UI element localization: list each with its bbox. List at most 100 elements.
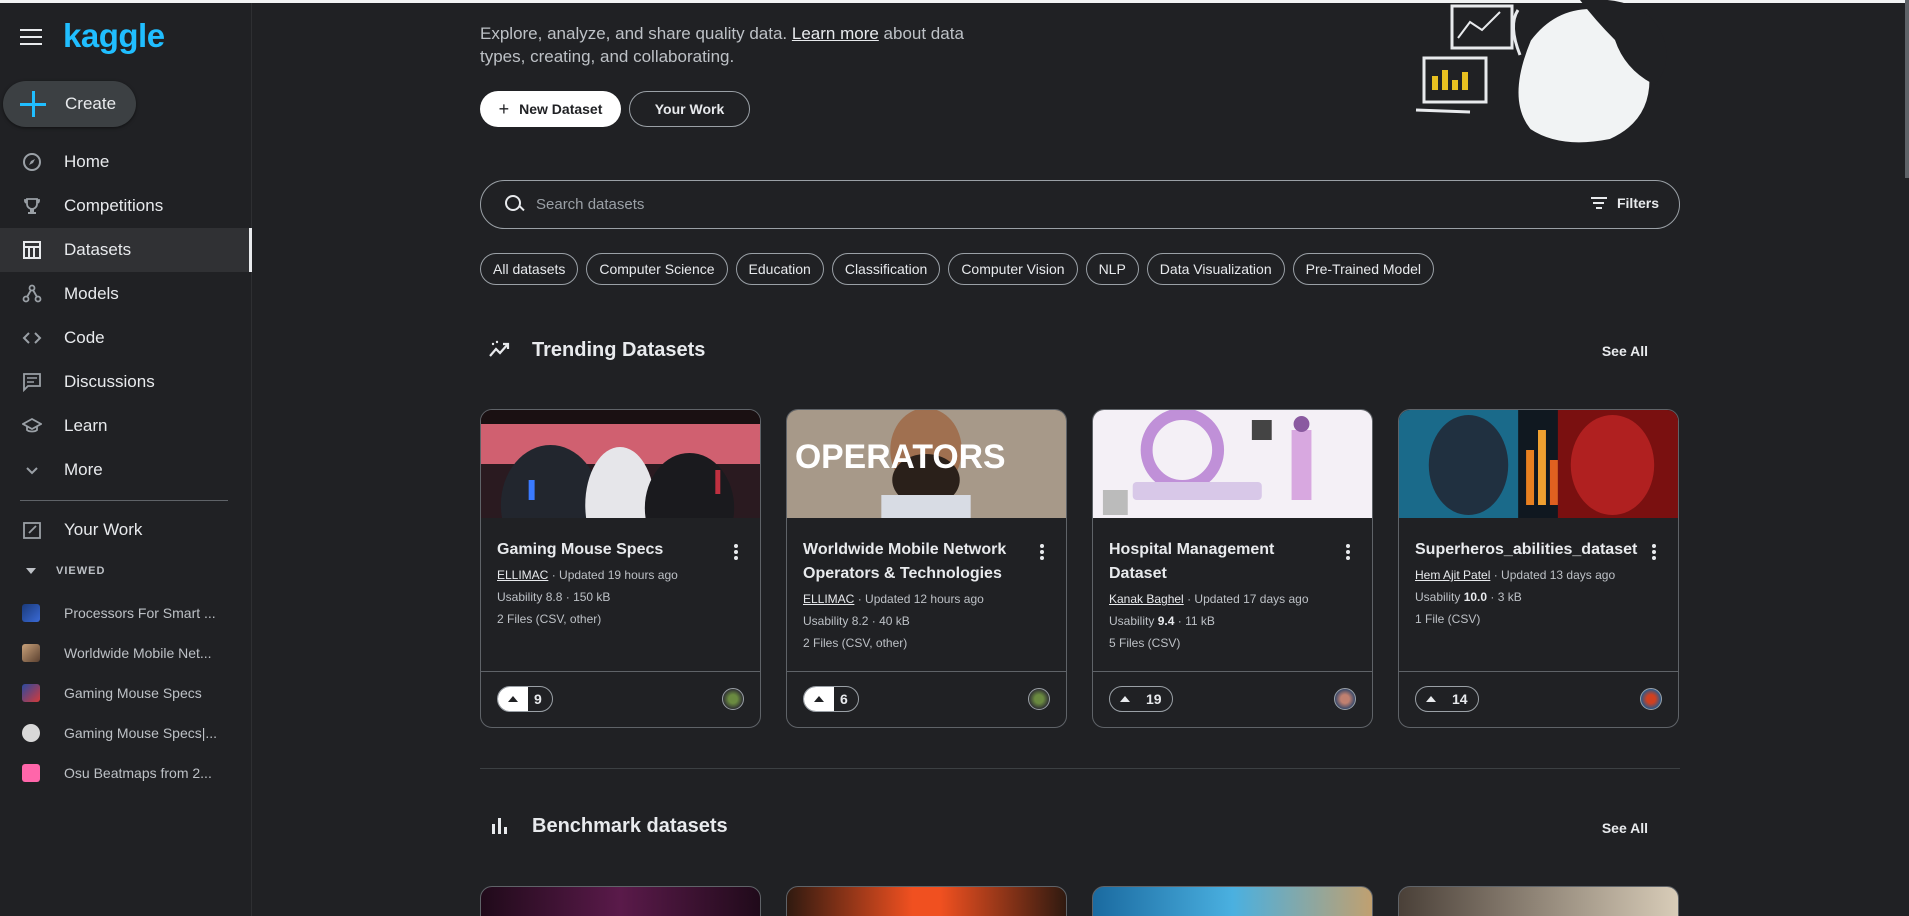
more-options-icon[interactable] bbox=[1652, 544, 1656, 562]
sidebar-item-label: Learn bbox=[64, 416, 108, 435]
menu-icon[interactable] bbox=[20, 29, 42, 45]
benchmark-cards bbox=[480, 886, 1679, 916]
dataset-card[interactable]: Superheros_abilities_dataset Hem Ajit Pa… bbox=[1398, 409, 1679, 728]
dataset-title[interactable]: Gaming Mouse Specs bbox=[497, 538, 722, 562]
trending-icon bbox=[489, 340, 510, 357]
trending-see-all-link[interactable]: See All bbox=[1602, 343, 1648, 359]
viewed-header[interactable]: VIEWED bbox=[26, 565, 105, 577]
dataset-size: · 11 kB bbox=[1177, 614, 1215, 628]
benchmark-see-all-link[interactable]: See All bbox=[1602, 820, 1648, 836]
avatar[interactable] bbox=[1334, 688, 1356, 710]
viewed-item[interactable]: Processors For Smart ... bbox=[0, 593, 252, 633]
upvote-button[interactable]: 9 bbox=[497, 686, 553, 712]
upvote-arrow-icon bbox=[1416, 687, 1446, 711]
viewed-item[interactable]: Osu Beatmaps from 2... bbox=[0, 753, 252, 793]
avatar[interactable] bbox=[1028, 688, 1050, 710]
dataset-size: · 40 kB bbox=[871, 614, 910, 628]
new-dataset-button[interactable]: + New Dataset bbox=[480, 91, 621, 127]
sidebar-item-label: Datasets bbox=[64, 240, 132, 259]
chip-computer-science[interactable]: Computer Science bbox=[586, 253, 728, 285]
avatar[interactable] bbox=[722, 688, 744, 710]
dataset-card[interactable] bbox=[1092, 886, 1373, 916]
sidebar-item-your-work[interactable]: Your Work bbox=[0, 508, 252, 552]
chip-classification[interactable]: Classification bbox=[831, 253, 941, 285]
viewed-item[interactable]: Gaming Mouse Specs bbox=[0, 673, 252, 713]
dataset-owner[interactable]: Kanak Baghel bbox=[1109, 592, 1184, 606]
dataset-card[interactable]: OPERATORS Worldwide Mobile Network Opera… bbox=[786, 409, 1067, 728]
dataset-card[interactable] bbox=[786, 886, 1067, 916]
dataset-title[interactable]: Hospital Management Dataset bbox=[1109, 538, 1334, 586]
dataset-card[interactable] bbox=[480, 886, 761, 916]
usability-score: 10.0 bbox=[1463, 590, 1488, 604]
card-divider bbox=[1399, 671, 1678, 672]
sidebar: kaggle Create Home Competitions Datasets bbox=[0, 3, 252, 916]
upvote-arrow-icon bbox=[804, 687, 834, 711]
dataset-owner[interactable]: Hem Ajit Patel bbox=[1415, 568, 1490, 582]
viewed-item[interactable]: Gaming Mouse Specs|... bbox=[0, 713, 252, 753]
dataset-card[interactable]: Hospital Management Dataset Kanak Baghel… bbox=[1092, 409, 1373, 728]
benchmark-title: Benchmark datasets bbox=[532, 814, 728, 837]
sidebar-item-label: More bbox=[64, 460, 103, 479]
chip-computer-vision[interactable]: Computer Vision bbox=[948, 253, 1078, 285]
viewed-list: Processors For Smart ... Worldwide Mobil… bbox=[0, 593, 252, 793]
viewed-item[interactable]: Worldwide Mobile Net... bbox=[0, 633, 252, 673]
dataset-card[interactable] bbox=[1398, 886, 1679, 916]
filters-button[interactable]: Filters bbox=[1590, 194, 1659, 212]
more-options-icon[interactable] bbox=[1040, 544, 1044, 562]
caret-down-icon bbox=[26, 568, 36, 574]
upvote-button[interactable]: 19 bbox=[1109, 686, 1173, 712]
dataset-owner[interactable]: ELLIMAC bbox=[803, 592, 854, 606]
chip-education[interactable]: Education bbox=[735, 253, 824, 285]
dataset-updated: · Updated 19 hours ago bbox=[551, 568, 678, 582]
your-work-row[interactable]: Your Work bbox=[0, 508, 252, 552]
sidebar-item-home[interactable]: Home bbox=[0, 140, 252, 184]
dataset-title[interactable]: Worldwide Mobile Network Operators & Tec… bbox=[803, 538, 1028, 586]
more-options-icon[interactable] bbox=[1346, 544, 1350, 562]
upvote-arrow-icon bbox=[1110, 687, 1140, 711]
chip-pre-trained-model[interactable]: Pre-Trained Model bbox=[1292, 253, 1435, 285]
chip-nlp[interactable]: NLP bbox=[1085, 253, 1139, 285]
sidebar-item-datasets[interactable]: Datasets bbox=[0, 228, 252, 272]
models-icon bbox=[20, 282, 44, 306]
viewed-header-label: VIEWED bbox=[56, 565, 106, 577]
sidebar-item-learn[interactable]: Learn bbox=[0, 404, 252, 448]
dataset-thumbnail bbox=[22, 764, 40, 782]
chip-all-datasets[interactable]: All datasets bbox=[480, 253, 579, 285]
vote-count: 9 bbox=[534, 691, 542, 707]
sidebar-item-discussions[interactable]: Discussions bbox=[0, 360, 252, 404]
dataset-meta: Hem Ajit Patel · Updated 13 days ago Usa… bbox=[1415, 564, 1665, 630]
viewed-item-label: Osu Beatmaps from 2... bbox=[64, 765, 212, 781]
cover-image-text: OPERATORS bbox=[795, 438, 1006, 476]
benchmark-section-title: Benchmark datasets bbox=[488, 814, 728, 838]
more-options-icon[interactable] bbox=[734, 544, 738, 562]
chevron-down-icon bbox=[20, 458, 44, 482]
sidebar-item-models[interactable]: Models bbox=[0, 272, 252, 316]
dataset-card[interactable]: Gaming Mouse Specs ELLIMAC · Updated 19 … bbox=[480, 409, 761, 728]
sidebar-item-competitions[interactable]: Competitions bbox=[0, 184, 252, 228]
sidebar-item-more[interactable]: More bbox=[0, 448, 252, 492]
dataset-meta: Kanak Baghel · Updated 17 days ago Usabi… bbox=[1109, 588, 1359, 654]
trending-cards: Gaming Mouse Specs ELLIMAC · Updated 19 … bbox=[480, 409, 1679, 728]
card-divider bbox=[787, 671, 1066, 672]
avatar[interactable] bbox=[1640, 688, 1662, 710]
dataset-cover-image: OPERATORS bbox=[787, 410, 1066, 518]
search-input[interactable] bbox=[536, 196, 1536, 213]
create-button[interactable]: Create bbox=[3, 81, 136, 127]
page-scrollbar[interactable] bbox=[1905, 0, 1909, 178]
kaggle-logo[interactable]: kaggle bbox=[63, 17, 165, 55]
dataset-cover-image bbox=[1399, 410, 1678, 518]
upvote-button[interactable]: 6 bbox=[803, 686, 859, 712]
dataset-thumbnail bbox=[22, 644, 40, 662]
chip-data-visualization[interactable]: Data Visualization bbox=[1146, 253, 1285, 285]
learn-more-link[interactable]: Learn more bbox=[792, 24, 879, 43]
your-work-button[interactable]: Your Work bbox=[629, 91, 750, 127]
dataset-owner[interactable]: ELLIMAC bbox=[497, 568, 548, 582]
dataset-title[interactable]: Superheros_abilities_dataset bbox=[1415, 538, 1645, 562]
usability-label: Usability bbox=[497, 590, 543, 604]
upvote-button[interactable]: 14 bbox=[1415, 686, 1479, 712]
usability-score: 8.8 bbox=[545, 590, 563, 604]
dataset-updated: · Updated 17 days ago bbox=[1187, 592, 1309, 606]
sidebar-item-code[interactable]: Code bbox=[0, 316, 252, 360]
trophy-icon bbox=[20, 194, 44, 218]
your-work-button-label: Your Work bbox=[654, 101, 725, 117]
